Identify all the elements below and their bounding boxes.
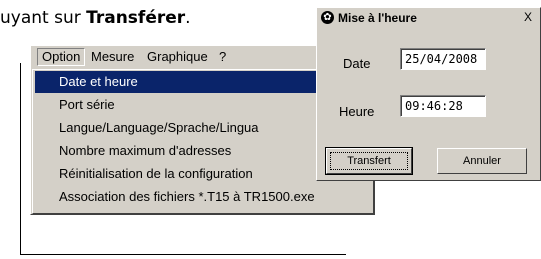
dialog-titlebar: ✿ Mise à l'heure X (319, 10, 538, 26)
time-label: Heure (339, 104, 375, 119)
cancel-button-label: Annuler (463, 155, 501, 167)
instruction-text: uyant sur Transférer. (0, 8, 191, 28)
mise-a-l-heure-dialog: ✿ Mise à l'heure X Date 25/04/2008 Heure… (316, 7, 541, 181)
menu-option[interactable]: Option (37, 48, 86, 66)
instruction-text-prefix: uyant sur (0, 8, 87, 28)
close-icon[interactable]: X (520, 11, 536, 25)
callout-line-horizontal (20, 254, 346, 255)
menu-mesure[interactable]: Mesure (87, 49, 138, 65)
date-label: Date (343, 56, 371, 71)
transfer-button[interactable]: Transfert (325, 147, 413, 175)
focus-rect (330, 152, 408, 170)
cancel-button[interactable]: Annuler (437, 148, 527, 174)
callout-line-vertical (20, 63, 21, 255)
menu-graphique[interactable]: Graphique (143, 49, 212, 65)
instruction-text-suffix: . (185, 8, 191, 28)
menu-help[interactable]: ? (215, 49, 230, 65)
date-field[interactable]: 25/04/2008 (400, 48, 486, 70)
time-field[interactable]: 09:46:28 (400, 95, 486, 117)
dialog-title: Mise à l'heure (338, 11, 417, 25)
instruction-text-bold: Transférer (86, 8, 186, 28)
menu-item-association-fichiers[interactable]: Association des fichiers *.T15 à TR1500.… (35, 186, 371, 208)
app-icon: ✿ (321, 11, 334, 24)
